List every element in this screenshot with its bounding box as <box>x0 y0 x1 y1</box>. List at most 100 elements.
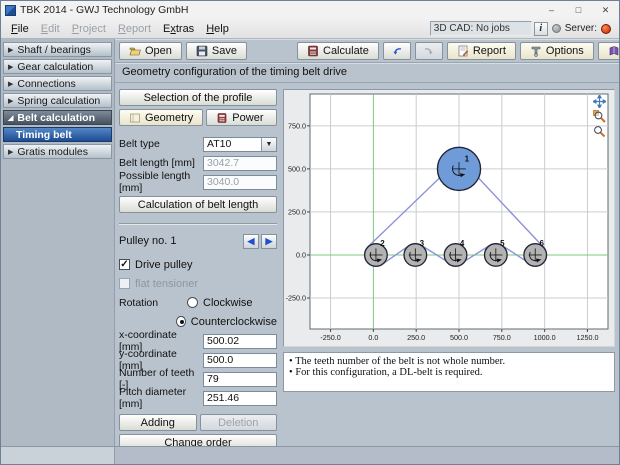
cad-status-icon <box>552 24 561 33</box>
belt-type-label: Belt type <box>119 138 203 150</box>
cad-status-box: 3D CAD: No jobs <box>430 21 532 36</box>
tab-power[interactable]: Power <box>206 109 277 126</box>
possible-length-label: Possible length [mm] <box>119 170 203 194</box>
y-tick-label: -250.0 <box>286 294 306 303</box>
belt-type-select[interactable]: AT10 ▼ <box>203 137 277 152</box>
bottom-bar-left-cell <box>1 447 115 464</box>
menu-file[interactable]: File <box>5 23 35 35</box>
x-tick-label: -250.0 <box>320 333 340 342</box>
radio-clockwise[interactable] <box>187 297 198 308</box>
pan-icon[interactable] <box>593 95 606 108</box>
help-button[interactable]: Help <box>598 42 620 60</box>
open-folder-icon <box>129 45 141 57</box>
x-tick-label: 0.0 <box>368 333 378 342</box>
tab-geometry[interactable]: Geometry <box>119 109 203 126</box>
help-book-icon <box>608 45 620 57</box>
x-tick-label: 1250.0 <box>576 333 598 342</box>
app-window: TBK 2014 - GWJ Technology GmbH – □ ✕ Fil… <box>0 0 620 465</box>
page-title: Geometry configuration of the timing bel… <box>115 63 619 83</box>
y-tick-label: 0.0 <box>296 251 306 260</box>
server-label: Server: <box>565 23 597 34</box>
pulley-number-label: 5 <box>500 239 505 248</box>
rotation-label: Rotation <box>119 297 187 309</box>
selection-of-profile-button[interactable]: Selection of the profile <box>119 89 277 106</box>
options-tool-icon <box>530 45 542 57</box>
pulley-number-label: 3 <box>420 239 425 248</box>
sidebar-item-belt-calculation[interactable]: ◢Belt calculation <box>3 110 112 125</box>
zoom-window-icon[interactable] <box>593 110 606 123</box>
menu-bar: FileEditProjectReportExtrasHelp 3D CAD: … <box>1 19 619 39</box>
controls-panel: Selection of the profile Geometry Power … <box>119 89 277 446</box>
menu-extras[interactable]: Extras <box>157 23 200 35</box>
sidebar-item-spring-calculation[interactable]: ▶Spring calculation <box>3 93 112 108</box>
x-tick-label: 750.0 <box>493 333 511 342</box>
collapsed-triangle-icon: ▶ <box>8 46 13 54</box>
pulley-number-label: 1 <box>465 155 470 164</box>
options-button[interactable]: Options <box>520 42 594 60</box>
pitch-diameter-field[interactable] <box>203 391 277 406</box>
radio-counterclockwise[interactable] <box>176 316 186 327</box>
pulley-number-label: 6 <box>540 239 545 248</box>
module-sidebar: ▶Shaft / bearings ▶Gear calculation ▶Conne… <box>1 39 115 446</box>
calculate-button[interactable]: Calculate <box>297 42 379 60</box>
pulley-number-label: 4 <box>460 239 465 248</box>
info-icon[interactable]: i <box>534 22 548 36</box>
sidebar-item-gratis-modules[interactable]: ▶Gratis modules <box>3 144 112 159</box>
number-of-teeth-field[interactable] <box>203 372 277 387</box>
window-title: TBK 2014 - GWJ Technology GmbH <box>20 4 538 16</box>
x-tick-label: 500.0 <box>450 333 468 342</box>
save-disk-icon <box>196 45 208 57</box>
y-coordinate-field[interactable] <box>203 353 277 368</box>
y-tick-label: 500.0 <box>288 164 306 173</box>
dropdown-arrow-icon[interactable]: ▼ <box>261 138 276 151</box>
report-document-icon <box>457 45 469 57</box>
validation-messages: The teeth number of the belt is not whol… <box>283 352 615 392</box>
menu-help[interactable]: Help <box>200 23 235 35</box>
sidebar-item-shaft-bearings[interactable]: ▶Shaft / bearings <box>3 42 112 57</box>
zoom-icon[interactable] <box>593 125 606 138</box>
y-tick-label: 250.0 <box>288 208 306 217</box>
collapsed-triangle-icon: ▶ <box>8 80 13 88</box>
open-button[interactable]: Open <box>119 42 182 60</box>
maximize-button[interactable]: □ <box>565 1 592 19</box>
x-coordinate-field[interactable] <box>203 334 277 349</box>
close-button[interactable]: ✕ <box>592 1 619 19</box>
pulley-number-label: 2 <box>380 239 385 248</box>
plot-canvas[interactable]: -250.00.0250.0500.0750.01000.01250.0-250… <box>284 90 614 346</box>
calculator-icon <box>307 45 319 57</box>
expanded-triangle-icon: ◢ <box>8 114 13 122</box>
redo-button[interactable] <box>415 42 443 60</box>
message-item: For this configuration, a DL-belt is req… <box>289 367 609 378</box>
collapsed-triangle-icon: ▶ <box>8 97 13 105</box>
possible-length-field <box>203 175 277 190</box>
menu-items: FileEditProjectReportExtrasHelp <box>5 23 235 35</box>
checkbox-empty-icon <box>119 278 130 289</box>
toolbar: Open Save Calculate Repor <box>115 39 619 63</box>
sidebar-item-connections[interactable]: ▶Connections <box>3 76 112 91</box>
message-item: The teeth number of the belt is not whol… <box>289 356 609 367</box>
collapsed-triangle-icon: ▶ <box>8 148 13 156</box>
prev-pulley-button[interactable]: ◀ <box>243 234 259 249</box>
save-button[interactable]: Save <box>186 42 247 60</box>
server-status-icon <box>601 24 611 34</box>
next-pulley-button[interactable]: ▶ <box>261 234 277 249</box>
report-button[interactable]: Report <box>447 42 516 60</box>
power-calculator-icon <box>216 112 228 124</box>
undo-button[interactable] <box>383 42 411 60</box>
undo-icon <box>391 45 403 57</box>
app-icon <box>5 5 16 16</box>
minimize-button[interactable]: – <box>538 1 565 19</box>
title-bar: TBK 2014 - GWJ Technology GmbH – □ ✕ <box>1 1 619 19</box>
belt-length-field <box>203 156 277 171</box>
divider <box>119 223 277 225</box>
belt-length-label: Belt length [mm] <box>119 157 203 169</box>
flat-tensioner-checkbox: flat tensioner <box>119 276 277 291</box>
pulley-layout-chart: -250.00.0250.0500.0750.01000.01250.0-250… <box>283 89 615 347</box>
adding-button[interactable]: Adding <box>119 414 197 431</box>
sidebar-item-timing-belt[interactable]: Timing belt <box>3 127 112 142</box>
drive-pulley-checkbox[interactable]: ✓ Drive pulley <box>119 257 277 272</box>
checkbox-check-icon[interactable]: ✓ <box>119 259 130 270</box>
sidebar-item-gear-calculation[interactable]: ▶Gear calculation <box>3 59 112 74</box>
menu-edit: Edit <box>35 23 66 35</box>
calculation-of-belt-length-button[interactable]: Calculation of belt length <box>119 196 277 213</box>
